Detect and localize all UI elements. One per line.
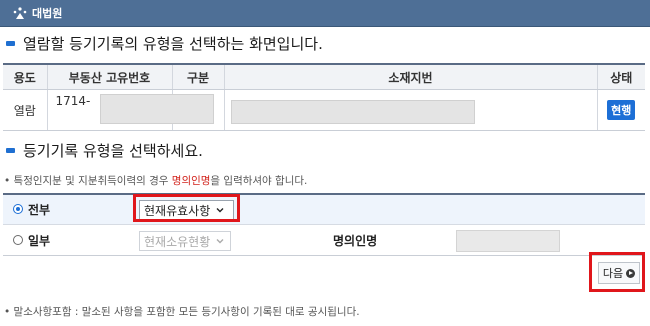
next-button[interactable]: 다음 bbox=[598, 262, 640, 284]
cell-status: 현행 bbox=[596, 89, 645, 131]
cell-address bbox=[223, 89, 597, 131]
header-unique-number: 부동산 고유번호 bbox=[46, 64, 172, 90]
title-bullet-icon bbox=[6, 148, 15, 153]
court-logo[interactable]: 대법원 bbox=[12, 5, 62, 21]
section-title-text: 열람할 등기기록의 유형을 선택하는 화면입니다. bbox=[23, 35, 323, 53]
header-address: 소재지번 bbox=[223, 64, 597, 90]
arrow-right-icon bbox=[626, 268, 636, 278]
highlight-select-box bbox=[133, 194, 240, 222]
notice-bullet: • bbox=[4, 175, 14, 187]
radio-partial-label[interactable]: 일부 bbox=[28, 232, 50, 249]
radio-all[interactable] bbox=[13, 204, 23, 214]
notice-highlight: 명의인명 bbox=[171, 175, 211, 187]
property-table: 용도 부동산 고유번호 구분 소재지번 상태 열람 1714- 건물 현행 bbox=[3, 63, 645, 131]
notice-bullet: • bbox=[4, 306, 14, 318]
redacted-number bbox=[99, 94, 214, 124]
header-purpose: 용도 bbox=[3, 64, 47, 90]
record-type-options: 전부 현재유효사항 일부 현재소유현황 명의인명 bbox=[3, 193, 645, 256]
notice-owner-name: • 특정인지분 및 지분취득이력의 경우 명의인명을 입력하셔야 합니다. bbox=[4, 175, 308, 187]
chevron-down-icon bbox=[216, 239, 224, 244]
option-row-all bbox=[3, 195, 645, 225]
partial-scope-select[interactable]: 현재소유현황 bbox=[139, 231, 231, 251]
next-button-label: 다음 bbox=[602, 267, 624, 280]
logo-text: 대법원 bbox=[32, 7, 63, 20]
table-row: 열람 1714- 건물 현행 bbox=[3, 89, 645, 131]
radio-partial[interactable] bbox=[13, 235, 23, 245]
section-title-view: 열람할 등기기록의 유형을 선택하는 화면입니다. bbox=[6, 33, 323, 54]
title-bullet-icon bbox=[6, 41, 15, 46]
status-badge[interactable]: 현행 bbox=[607, 100, 636, 120]
unique-number-prefix: 1714- bbox=[55, 94, 91, 108]
cell-purpose: 열람 bbox=[3, 89, 47, 131]
radio-all-label[interactable]: 전부 bbox=[28, 201, 50, 218]
header-type: 구분 bbox=[171, 64, 224, 90]
section-title-text: 등기기록 유형을 선택하세요. bbox=[23, 142, 203, 160]
table-header-row: 용도 부동산 고유번호 구분 소재지번 상태 bbox=[3, 64, 645, 90]
top-bar: 대법원 bbox=[0, 0, 650, 27]
redacted-address bbox=[230, 100, 475, 124]
owner-name-input[interactable] bbox=[456, 230, 560, 252]
notice-cancelled-items: • 말소사항포함 : 말소된 사항을 포함한 모든 등기사항이 기록된 대로 공… bbox=[4, 306, 360, 318]
header-status: 상태 bbox=[596, 64, 645, 90]
section-title-select: 등기기록 유형을 선택하세요. bbox=[6, 140, 203, 161]
owner-name-label: 명의인명 bbox=[333, 234, 378, 248]
court-emblem-icon bbox=[13, 7, 27, 19]
cell-unique-number: 1714- bbox=[46, 89, 214, 131]
